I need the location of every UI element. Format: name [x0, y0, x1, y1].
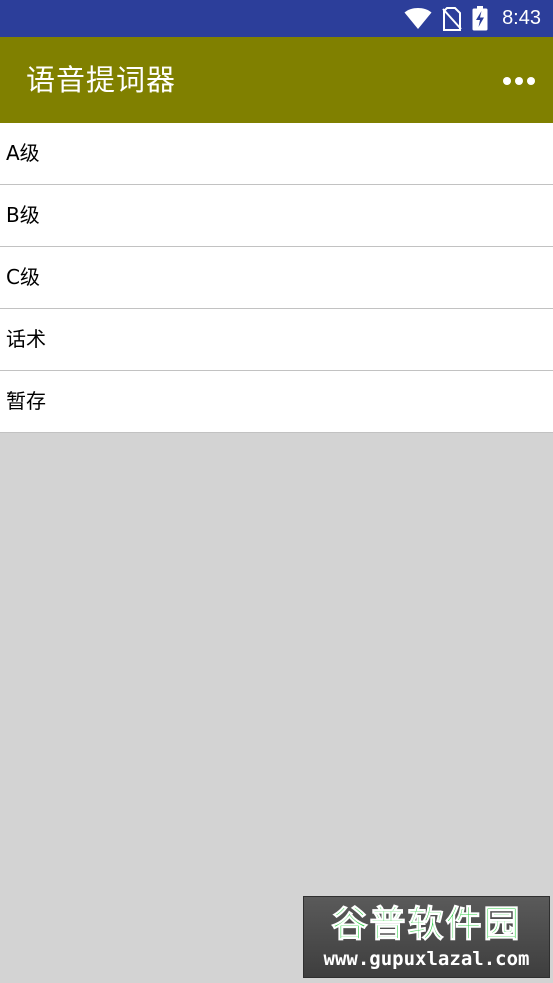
overflow-menu-button[interactable]: [497, 58, 541, 102]
watermark-brand: 谷普软件园: [331, 904, 522, 945]
status-icons: 8:43: [404, 0, 541, 37]
watermark-url: www.gupuxlazal.com: [323, 948, 530, 970]
app-bar: 语音提词器: [0, 37, 553, 123]
status-bar: 8:43: [0, 0, 553, 37]
category-list: A级 B级 C级 话术 暂存: [0, 123, 553, 433]
status-time: 8:43: [502, 7, 541, 29]
more-horizontal-icon: [502, 71, 536, 90]
no-sim-icon: [442, 6, 462, 31]
app-title: 语音提词器: [26, 63, 177, 97]
battery-charging-icon: [472, 6, 488, 31]
list-item-b-level[interactable]: B级: [0, 185, 553, 247]
list-item-scripts[interactable]: 话术: [0, 309, 553, 371]
wifi-icon: [404, 7, 432, 30]
list-item-drafts[interactable]: 暂存: [0, 371, 553, 433]
list-item-c-level[interactable]: C级: [0, 247, 553, 309]
list-item-a-level[interactable]: A级: [0, 123, 553, 185]
watermark-logo: 谷普软件园 www.gupuxlazal.com: [303, 896, 550, 978]
